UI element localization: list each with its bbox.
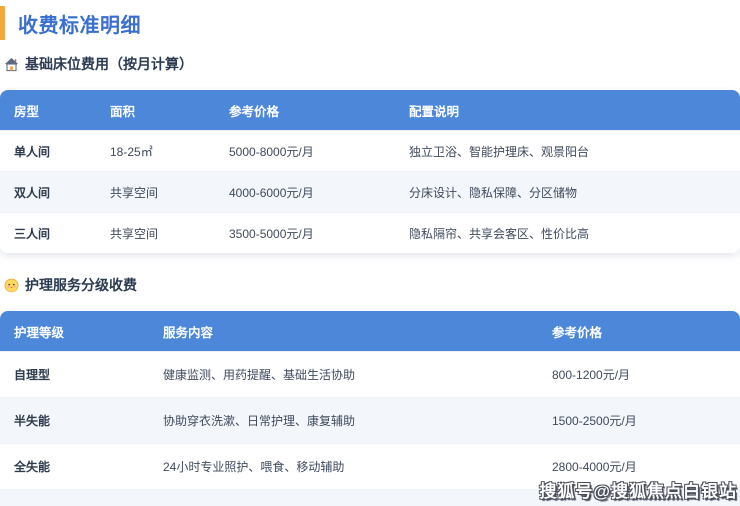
house-icon bbox=[3, 56, 19, 72]
cell-care-level: 半失能 bbox=[14, 414, 51, 428]
fee-schedule-page: 收费标准明细 基础床位费用（按月计算） 房型 面积 参考价格 配置说明 单人间 … bbox=[0, 0, 740, 506]
cell-price: 1500-2500元/月 bbox=[552, 414, 637, 428]
table-row-triple-room: 三人间 共享空间 3500-5000元/月 隐私隔帘、共享会客区、性价比高 bbox=[0, 212, 740, 253]
cell-area: 共享空间 bbox=[110, 226, 159, 241]
table-row-dementia-care: 认知症特护 专项照护、防走失系统、认知训练 3500-5000元/月 bbox=[0, 489, 740, 506]
cell-room-type: 单人间 bbox=[14, 144, 51, 159]
bed-fee-table-header-row: 房型 面积 参考价格 配置说明 bbox=[0, 90, 740, 130]
table-row-single-room: 单人间 18-25㎡ 5000-8000元/月 独立卫浴、智能护理床、观景阳台 bbox=[0, 130, 740, 171]
cell-price: 3500-5000元/月 bbox=[538, 490, 740, 506]
cell-service-content: 24小时专业照护、喂食、移动辅助 bbox=[163, 460, 345, 474]
column-header-care-level: 护理等级 bbox=[14, 325, 65, 340]
cell-care-level: 全失能 bbox=[14, 460, 51, 474]
table-row-semi-disabled: 半失能 协助穿衣洗漱、日常护理、康复辅助 1500-2500元/月 bbox=[0, 397, 740, 443]
nursing-fee-table-header-row: 护理等级 服务内容 参考价格 bbox=[0, 311, 740, 351]
nursing-fee-table: 护理等级 服务内容 参考价格 自理型 健康监测、用药提醒、基础生活协助 800-… bbox=[0, 311, 740, 506]
cell-price: 3500-5000元/月 bbox=[229, 226, 314, 241]
cell-room-type: 三人间 bbox=[14, 226, 51, 241]
cell-service-content: 健康监测、用药提醒、基础生活协助 bbox=[163, 368, 356, 382]
cell-config: 独立卫浴、智能护理床、观景阳台 bbox=[409, 144, 590, 159]
cell-room-type: 双人间 bbox=[14, 185, 51, 200]
column-header-area: 面积 bbox=[110, 104, 136, 119]
section-heading-nursing-fees: 护理服务分级收费 bbox=[3, 275, 740, 295]
column-header-price: 参考价格 bbox=[552, 325, 603, 340]
cell-price: 4000-6000元/月 bbox=[229, 185, 314, 200]
bed-fee-table: 房型 面积 参考价格 配置说明 单人间 18-25㎡ 5000-8000元/月 … bbox=[0, 90, 740, 253]
page-title: 收费标准明细 bbox=[18, 14, 141, 37]
cell-config: 分床设计、隐私保障、分区储物 bbox=[409, 185, 578, 200]
cell-care-level: 自理型 bbox=[14, 368, 51, 382]
caregiver-icon bbox=[3, 277, 19, 293]
cell-care-level: 认知症特护 bbox=[0, 490, 149, 506]
page-title-row: 收费标准明细 bbox=[0, 6, 740, 40]
cell-price: 2800-4000元/月 bbox=[552, 460, 637, 474]
cell-area: 共享空间 bbox=[110, 185, 159, 200]
column-header-config: 配置说明 bbox=[409, 104, 460, 119]
cell-price: 5000-8000元/月 bbox=[229, 144, 314, 159]
section-heading-bed-fees: 基础床位费用（按月计算） bbox=[3, 54, 740, 74]
table-row-fully-disabled: 全失能 24小时专业照护、喂食、移动辅助 2800-4000元/月 bbox=[0, 443, 740, 489]
column-header-room-type: 房型 bbox=[14, 104, 40, 119]
section-heading-label: 基础床位费用（按月计算） bbox=[25, 56, 193, 72]
column-header-price: 参考价格 bbox=[229, 104, 280, 119]
cell-area: 18-25㎡ bbox=[110, 144, 153, 159]
table-row-self-care: 自理型 健康监测、用药提醒、基础生活协助 800-1200元/月 bbox=[0, 351, 740, 397]
cell-service-content: 专项照护、防走失系统、认知训练 bbox=[149, 490, 538, 506]
cell-service-content: 协助穿衣洗漱、日常护理、康复辅助 bbox=[163, 414, 356, 428]
column-header-service-content: 服务内容 bbox=[163, 325, 214, 340]
cell-price: 800-1200元/月 bbox=[552, 368, 631, 382]
section-heading-label: 护理服务分级收费 bbox=[25, 277, 137, 293]
table-row-double-room: 双人间 共享空间 4000-6000元/月 分床设计、隐私保障、分区储物 bbox=[0, 171, 740, 212]
cell-config: 隐私隔帘、共享会客区、性价比高 bbox=[409, 226, 590, 241]
